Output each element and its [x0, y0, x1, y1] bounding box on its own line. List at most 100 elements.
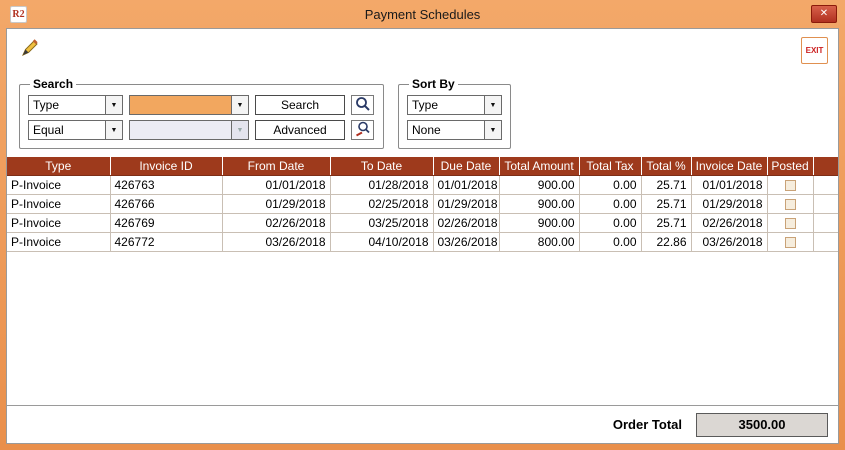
payment-schedules-window: R2 Payment Schedules ✕ EXIT Search: [0, 0, 845, 450]
sortby-primary-combo[interactable]: Type ▼: [407, 95, 502, 115]
cell-total-tax: 0.00: [579, 194, 641, 213]
chevron-down-icon[interactable]: ▼: [484, 96, 501, 114]
cell-posted: [767, 213, 813, 232]
cell-type: P-Invoice: [7, 232, 110, 251]
table-header-row: Type Invoice ID From Date To Date Due Da…: [7, 157, 838, 175]
cell-from-date: 01/01/2018: [222, 175, 330, 194]
cell-total-tax: 0.00: [579, 232, 641, 251]
chevron-down-icon[interactable]: ▼: [231, 96, 248, 114]
search-field-combo-value: Type: [29, 96, 105, 114]
cell-invoice-id: 426763: [110, 175, 222, 194]
search-field-combo[interactable]: Type ▼: [28, 95, 123, 115]
close-button[interactable]: ✕: [811, 5, 837, 23]
advanced-button[interactable]: Advanced: [255, 120, 345, 140]
search-value-combo-value: [130, 96, 231, 114]
cell-invoice-id: 426772: [110, 232, 222, 251]
search-legend: Search: [30, 77, 76, 91]
cell-invoice-date: 01/01/2018: [691, 175, 767, 194]
schedule-table: Type Invoice ID From Date To Date Due Da…: [7, 157, 838, 252]
table-row[interactable]: P-Invoice 426769 02/26/2018 03/25/2018 0…: [7, 213, 838, 232]
cell-total-pct: 25.71: [641, 194, 691, 213]
cell-total-pct: 25.71: [641, 213, 691, 232]
cell-total-amount: 900.00: [499, 213, 579, 232]
order-total-label: Order Total: [613, 417, 682, 432]
sortby-groupbox: Sort By Type ▼ None ▼: [398, 77, 511, 149]
cell-posted: [767, 194, 813, 213]
posted-checkbox[interactable]: [785, 218, 796, 229]
schedule-table-area: Type Invoice ID From Date To Date Due Da…: [7, 157, 838, 405]
column-header-type: Type: [7, 157, 110, 175]
sortby-primary-combo-value: Type: [408, 96, 484, 114]
cell-to-date: 02/25/2018: [330, 194, 433, 213]
column-header-from-date: From Date: [222, 157, 330, 175]
cell-to-date: 04/10/2018: [330, 232, 433, 251]
search-operator-combo-value: Equal: [29, 121, 105, 139]
cell-filler: [813, 232, 838, 251]
cell-due-date: 01/01/2018: [433, 175, 499, 194]
cell-from-date: 03/26/2018: [222, 232, 330, 251]
cell-to-date: 01/28/2018: [330, 175, 433, 194]
search-operator-value: [130, 121, 231, 139]
cell-invoice-id: 426766: [110, 194, 222, 213]
cell-invoice-date: 03/26/2018: [691, 232, 767, 251]
pencil-icon: [19, 47, 41, 62]
titlebar: R2 Payment Schedules ✕: [6, 0, 839, 28]
cell-total-tax: 0.00: [579, 175, 641, 194]
cell-total-amount: 900.00: [499, 194, 579, 213]
find-button[interactable]: [351, 95, 374, 115]
app-icon: R2: [10, 6, 27, 23]
chevron-down-icon[interactable]: ▼: [484, 121, 501, 139]
column-header-total-pct: Total %: [641, 157, 691, 175]
cell-type: P-Invoice: [7, 175, 110, 194]
footer-bar: Order Total 3500.00: [7, 405, 838, 443]
exit-button[interactable]: EXIT: [801, 37, 828, 64]
search-button[interactable]: Search: [255, 95, 345, 115]
cell-total-amount: 800.00: [499, 232, 579, 251]
magnifier-icon: [354, 95, 372, 116]
cell-total-amount: 900.00: [499, 175, 579, 194]
magnifier-edit-icon: [354, 120, 372, 141]
toolbar: EXIT: [7, 29, 838, 75]
posted-checkbox[interactable]: [785, 180, 796, 191]
window-title: Payment Schedules: [6, 7, 839, 22]
search-value-combo[interactable]: ▼: [129, 95, 249, 115]
cell-invoice-date: 02/26/2018: [691, 213, 767, 232]
search-operator-value-combo: ▼: [129, 120, 249, 140]
cell-from-date: 01/29/2018: [222, 194, 330, 213]
column-header-due-date: Due Date: [433, 157, 499, 175]
posted-checkbox[interactable]: [785, 199, 796, 210]
cell-posted: [767, 232, 813, 251]
table-row[interactable]: P-Invoice 426763 01/01/2018 01/28/2018 0…: [7, 175, 838, 194]
cell-total-pct: 22.86: [641, 232, 691, 251]
sortby-legend: Sort By: [409, 77, 458, 91]
controls-row: Search Type ▼ ▼ Search: [7, 75, 838, 157]
column-header-total-amount: Total Amount: [499, 157, 579, 175]
cell-posted: [767, 175, 813, 194]
search-groupbox: Search Type ▼ ▼ Search: [19, 77, 384, 149]
table-row[interactable]: P-Invoice 426772 03/26/2018 04/10/2018 0…: [7, 232, 838, 251]
column-header-invoice-id: Invoice ID: [110, 157, 222, 175]
cell-invoice-id: 426769: [110, 213, 222, 232]
cell-filler: [813, 175, 838, 194]
edit-button[interactable]: [19, 37, 41, 62]
cell-filler: [813, 213, 838, 232]
advanced-find-button[interactable]: [351, 120, 374, 140]
column-header-posted: Posted: [767, 157, 813, 175]
cell-due-date: 03/26/2018: [433, 232, 499, 251]
cell-invoice-date: 01/29/2018: [691, 194, 767, 213]
cell-total-pct: 25.71: [641, 175, 691, 194]
cell-due-date: 02/26/2018: [433, 213, 499, 232]
chevron-down-icon: ▼: [231, 121, 248, 139]
chevron-down-icon[interactable]: ▼: [105, 121, 122, 139]
search-operator-combo[interactable]: Equal ▼: [28, 120, 123, 140]
cell-type: P-Invoice: [7, 194, 110, 213]
table-row[interactable]: P-Invoice 426766 01/29/2018 02/25/2018 0…: [7, 194, 838, 213]
cell-total-tax: 0.00: [579, 213, 641, 232]
content-panel: EXIT Search Type ▼ ▼ Search: [6, 28, 839, 444]
chevron-down-icon[interactable]: ▼: [105, 96, 122, 114]
order-total-value: 3500.00: [696, 413, 828, 437]
posted-checkbox[interactable]: [785, 237, 796, 248]
sortby-secondary-combo[interactable]: None ▼: [407, 120, 502, 140]
column-header-total-tax: Total Tax: [579, 157, 641, 175]
sortby-secondary-combo-value: None: [408, 121, 484, 139]
